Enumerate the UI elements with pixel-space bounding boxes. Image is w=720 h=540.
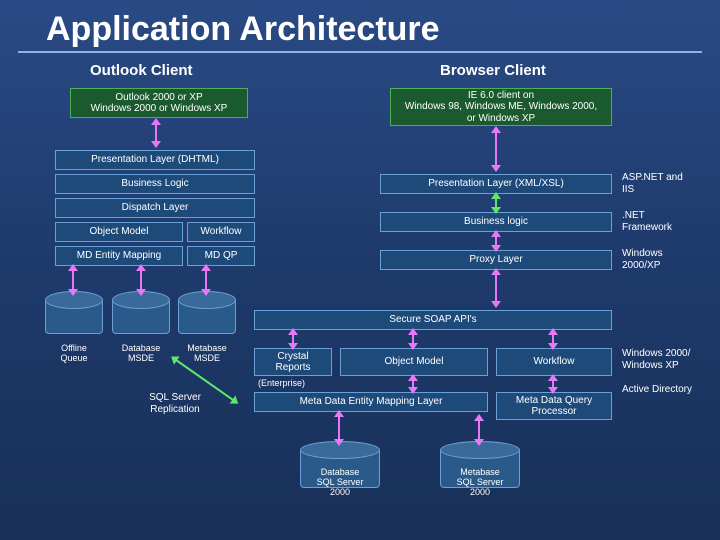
md-qp: MD QP [187, 246, 255, 266]
arrow-workflow-to-mdq [552, 380, 554, 388]
meta-data-query-processor: Meta Data Query Processor [496, 392, 612, 420]
proxy-layer: Proxy Layer [380, 250, 612, 270]
arrow-mdqp-to-metabase [205, 270, 207, 290]
sql-server-replication-label: SQL Server Replication [130, 392, 220, 416]
arrow-soap-to-objectmodel [412, 334, 414, 344]
meta-data-entity-mapping: Meta Data Entity Mapping Layer [254, 392, 488, 412]
business-logic-right: Business logic [380, 212, 612, 232]
dispatch-layer: Dispatch Layer [55, 198, 255, 218]
metabase-msde-cylinder [178, 298, 236, 334]
database-msde-cylinder [112, 298, 170, 334]
arrow-soap-to-workflow [552, 334, 554, 344]
database-sql2000-label: Database SQL Server 2000 [300, 468, 380, 498]
offline-queue-label: Offline Queue [45, 344, 103, 364]
arrow-xml-to-logic [495, 198, 497, 208]
slide-title: Application Architecture [18, 0, 702, 53]
workflow-left: Workflow [187, 222, 255, 242]
browser-header: Browser Client [440, 62, 546, 79]
arrow-proxy-to-soap [495, 274, 497, 302]
arrow-om-to-metadata [412, 380, 414, 388]
ie-env-box: IE 6.0 client on Windows 98, Windows ME,… [390, 88, 612, 126]
presentation-dhtml: Presentation Layer (DHTML) [55, 150, 255, 170]
note-windows-2000xp: Windows 2000/XP [622, 248, 663, 272]
metabase-sql2000-label: Metabase SQL Server 2000 [440, 468, 520, 498]
object-model-left: Object Model [55, 222, 183, 242]
offline-queue-cylinder [45, 298, 103, 334]
arrow-metadata-to-db [338, 416, 340, 440]
secure-soap-api: Secure SOAP API's [254, 310, 612, 330]
arrow-outlook-to-dhtml [155, 124, 157, 142]
arrow-logic-to-proxy [495, 236, 497, 246]
arrow-mdq-to-metabase [478, 420, 480, 440]
business-logic-left: Business Logic [55, 174, 255, 194]
note-dotnet-framework: .NET Framework [622, 210, 672, 234]
presentation-xml: Presentation Layer (XML/XSL) [380, 174, 612, 194]
note-aspnet-iis: ASP.NET and IIS [622, 172, 683, 196]
arrow-mdentity-to-queue [72, 270, 74, 290]
arrow-ie-to-xml [495, 132, 497, 166]
database-msde-label: Database MSDE [112, 344, 170, 364]
metabase-msde-label: Metabase MSDE [178, 344, 236, 364]
note-windows-ad: Windows 2000/ Windows XP Active Director… [622, 348, 692, 396]
crystal-reports: Crystal Reports [254, 348, 332, 376]
crystal-enterprise-note: (Enterprise) [258, 378, 305, 389]
outlook-env-box: Outlook 2000 or XP Windows 2000 or Windo… [70, 88, 248, 118]
arrow-soap-to-crystal [292, 334, 294, 344]
outlook-header: Outlook Client [90, 62, 193, 79]
workflow-bottom: Workflow [496, 348, 612, 376]
md-entity-mapping: MD Entity Mapping [55, 246, 183, 266]
object-model-bottom: Object Model [340, 348, 488, 376]
arrow-mdentity-to-db [140, 270, 142, 290]
